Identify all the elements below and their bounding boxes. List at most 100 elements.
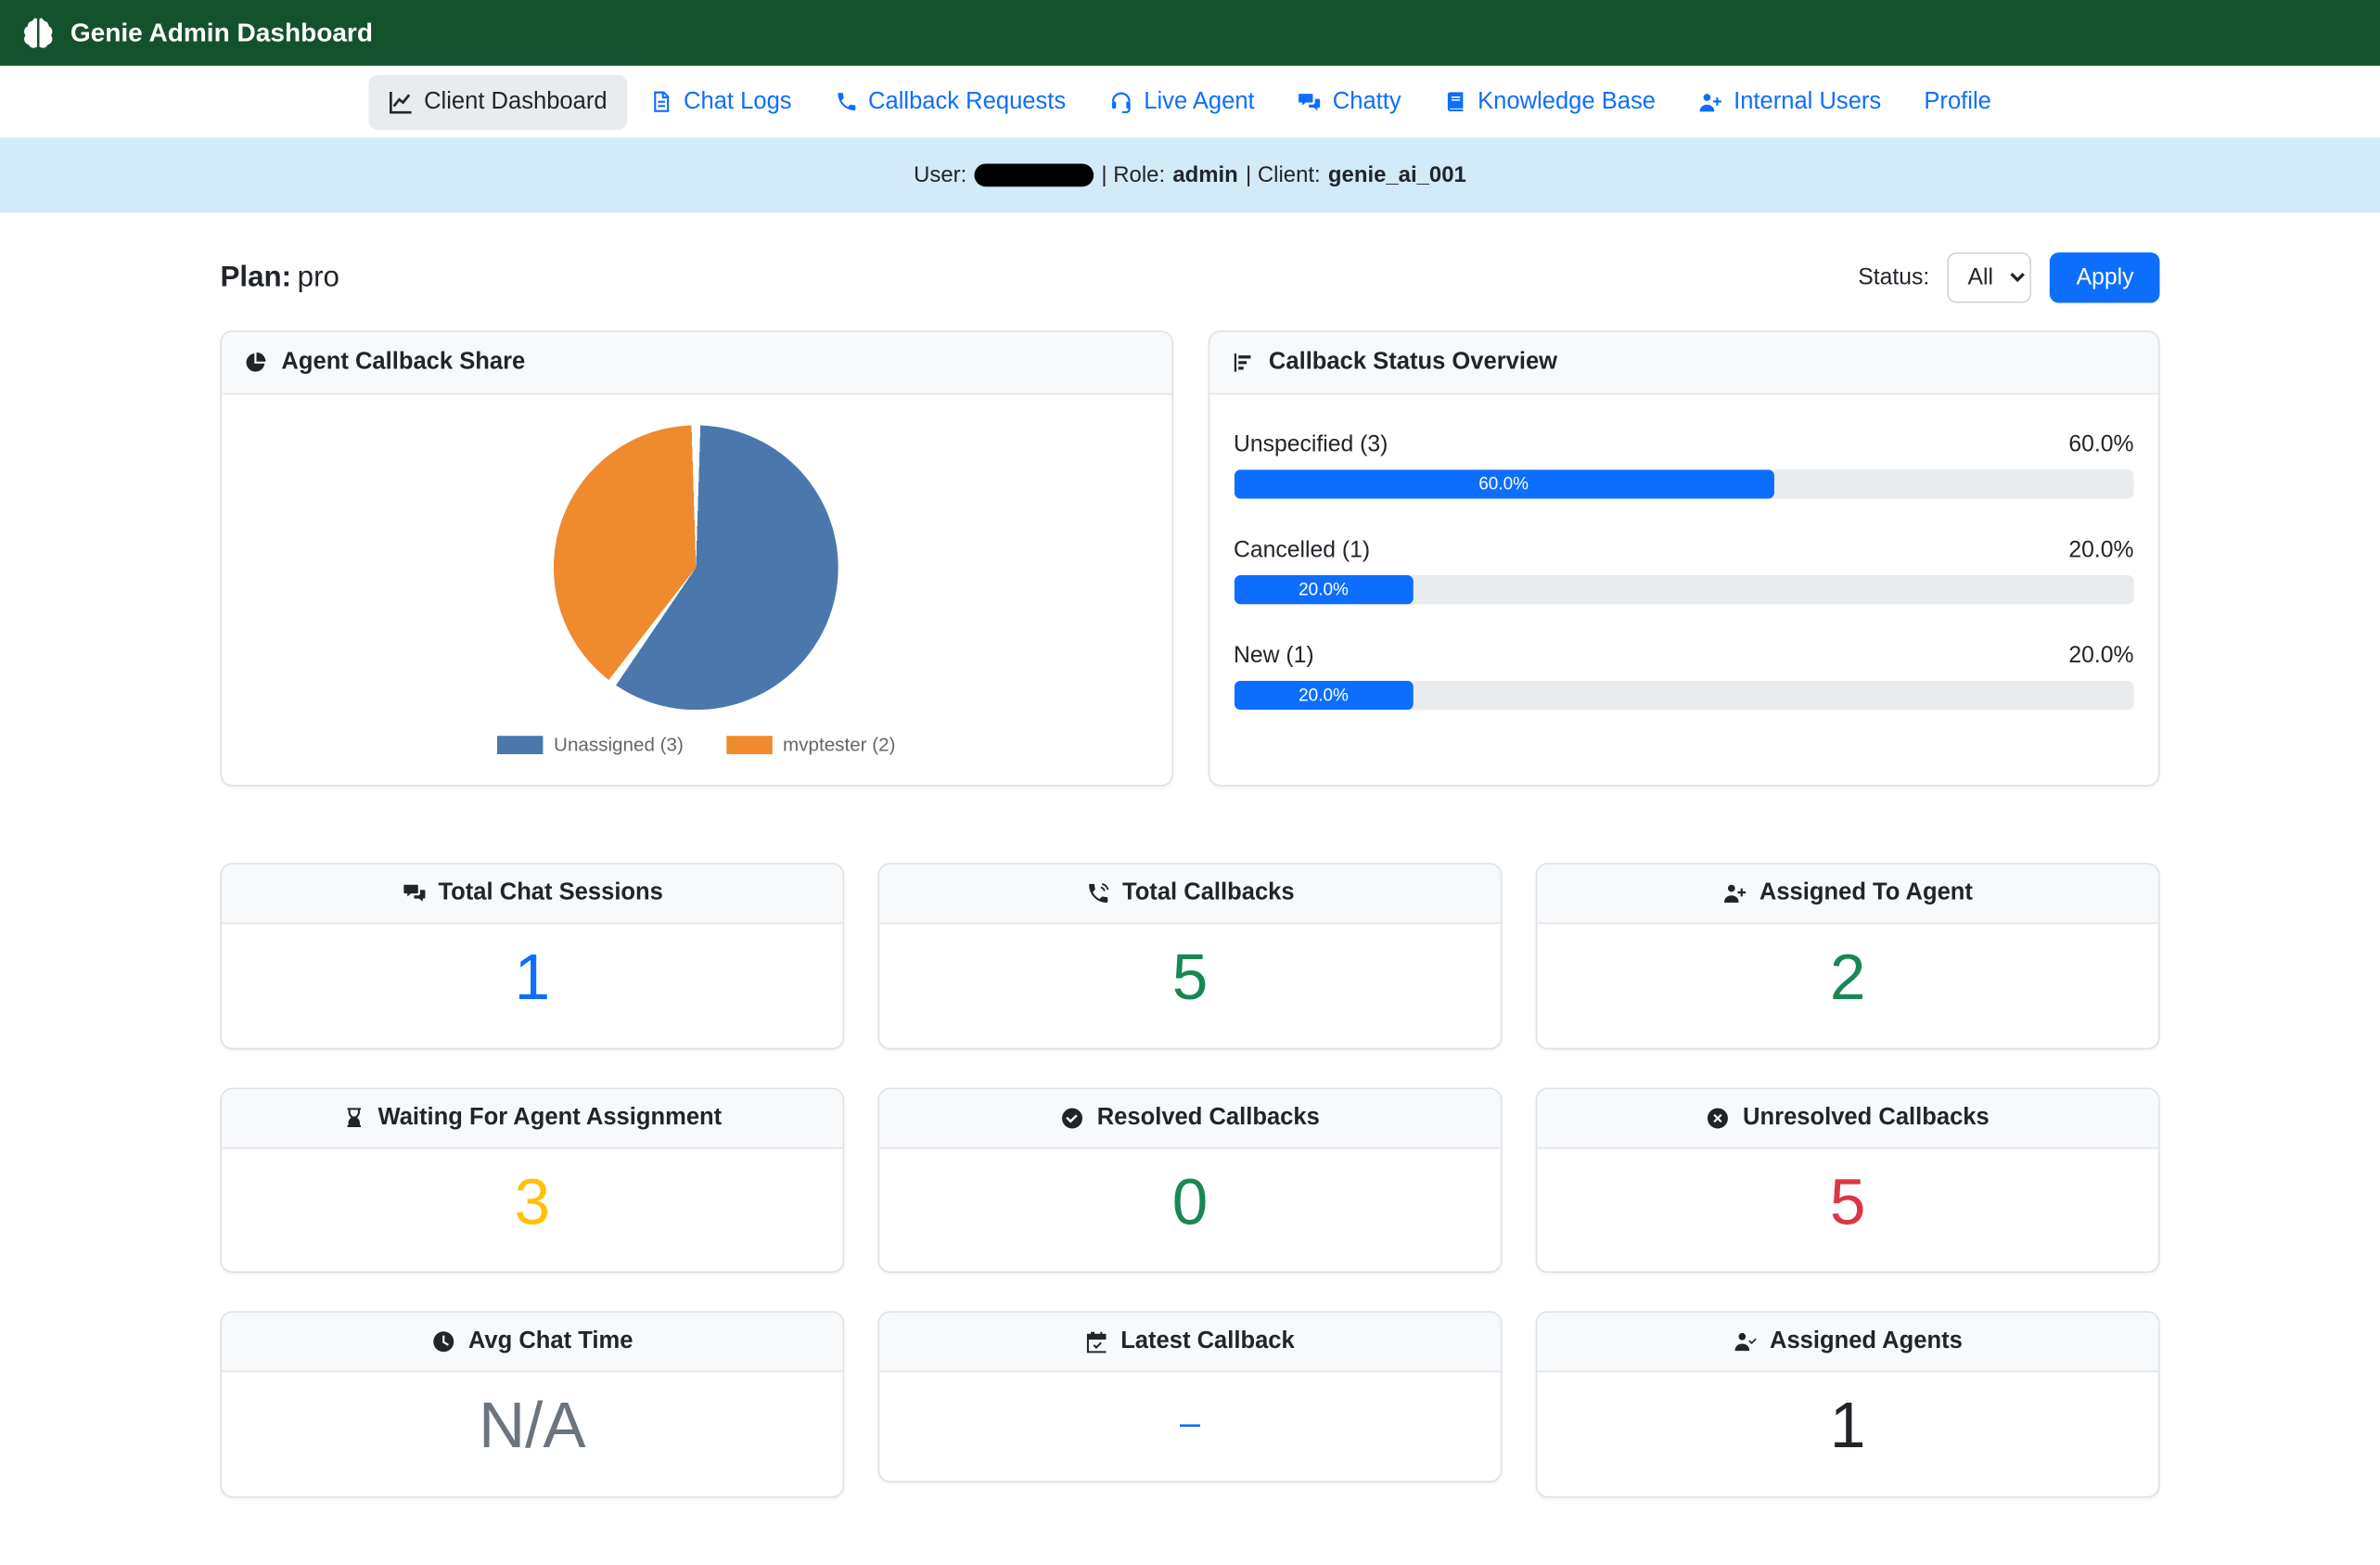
panel-header: Callback Status Overview: [1209, 332, 2158, 395]
stat-card-latest-callback: Latest Callback –: [878, 1312, 1503, 1483]
tab-knowledge-base[interactable]: Knowledge Base: [1424, 74, 1675, 129]
bar-category-label: Cancelled (1): [1234, 537, 1370, 563]
file-lines-icon: [650, 90, 673, 113]
progress-fill: 20.0%: [1234, 681, 1414, 710]
headset-icon: [1108, 89, 1132, 113]
agent-callback-share-panel: Agent Callback Share Unassigned (3) mvpt…: [220, 330, 1172, 786]
user-plus-icon: [1698, 89, 1722, 113]
panel-title: Callback Status Overview: [1269, 349, 1557, 377]
role-label: | Role:: [1101, 163, 1165, 187]
progress-track: 20.0%: [1234, 681, 2133, 710]
progress-fill: 20.0%: [1234, 575, 1414, 604]
clock-icon: [431, 1329, 455, 1353]
tab-callback-requests[interactable]: Callback Requests: [814, 74, 1085, 129]
stat-card-waiting-for-agent: Waiting For Agent Assignment 3: [220, 1087, 844, 1274]
check-circle-icon: [1060, 1106, 1084, 1130]
nav-tabs: Client Dashboard Chat Logs Callback Requ…: [0, 66, 2380, 138]
stat-card-assigned-agents: Assigned Agents 1: [1536, 1312, 2160, 1498]
plan-text: Plan:pro: [220, 261, 339, 294]
stat-title: Resolved Callbacks: [1097, 1104, 1320, 1132]
bar-category-label: Unspecified (3): [1234, 431, 1388, 457]
legend-swatch: [497, 736, 543, 754]
redacted-user-value: [975, 163, 1094, 186]
pie-chart-body: Unassigned (3) mvptester (2): [222, 394, 1171, 780]
tab-label: Client Dashboard: [424, 88, 608, 116]
pie-chart-icon: [243, 351, 267, 375]
stat-value: 5: [895, 936, 1486, 1020]
app-title: Genie Admin Dashboard: [70, 18, 373, 48]
legend-label: Unassigned (3): [554, 735, 684, 756]
legend-item[interactable]: mvptester (2): [726, 735, 895, 756]
bar-chart-body: Unspecified (3) 60.0% 60.0% Cancelled (1…: [1209, 394, 2158, 785]
bar-category-label: New (1): [1234, 643, 1314, 669]
panel-title: Agent Callback Share: [281, 349, 525, 377]
stat-title: Avg Chat Time: [468, 1328, 633, 1356]
bar-percent-label: 20.0%: [2068, 643, 2133, 669]
tab-chatty[interactable]: Chatty: [1277, 74, 1421, 129]
stat-title: Assigned Agents: [1770, 1328, 1963, 1356]
stat-value: –: [895, 1385, 1486, 1455]
stat-title: Total Callbacks: [1122, 879, 1295, 907]
tab-label: Chat Logs: [684, 88, 792, 116]
tab-label: Internal Users: [1734, 88, 1881, 116]
tab-chat-logs[interactable]: Chat Logs: [630, 74, 812, 129]
tab-label: Profile: [1924, 88, 1990, 116]
tab-client-dashboard[interactable]: Client Dashboard: [369, 74, 627, 129]
legend-swatch: [726, 736, 772, 754]
stat-title: Total Chat Sessions: [438, 879, 662, 907]
stat-title: Unresolved Callbacks: [1743, 1104, 1990, 1132]
tab-profile[interactable]: Profile: [1904, 74, 2011, 129]
stat-card-resolved-callbacks: Resolved Callbacks 0: [878, 1087, 1503, 1274]
hourglass-icon: [343, 1106, 366, 1129]
chart-panels: Agent Callback Share Unassigned (3) mvpt…: [220, 330, 2159, 786]
comments-icon: [1298, 89, 1322, 113]
stat-value: 5: [1553, 1161, 2143, 1244]
stat-value: 1: [1553, 1385, 2143, 1469]
tab-label: Live Agent: [1144, 88, 1254, 116]
stat-title: Assigned To Agent: [1759, 879, 1973, 907]
user-check-icon: [1733, 1329, 1757, 1353]
stat-card-assigned-to-agent: Assigned To Agent 2: [1536, 863, 2160, 1049]
plan-label: Plan:: [220, 261, 291, 293]
chart-line-icon: [389, 89, 413, 113]
tab-internal-users[interactable]: Internal Users: [1679, 74, 1901, 129]
status-filter: Status: All Apply: [1858, 252, 2159, 302]
bar-group: New (1) 20.0% 20.0%: [1234, 643, 2133, 711]
progress-track: 60.0%: [1234, 469, 2133, 498]
book-icon: [1444, 90, 1467, 113]
phone-volume-icon: [1085, 881, 1109, 905]
bar-group: Cancelled (1) 20.0% 20.0%: [1234, 537, 2133, 605]
status-label: Status:: [1858, 264, 1929, 290]
stat-value: 0: [895, 1161, 1486, 1244]
progress-fill: 60.0%: [1234, 469, 1773, 498]
stat-value: 1: [237, 936, 828, 1020]
stat-cards-grid: Total Chat Sessions 1 Total Callbacks 5: [220, 863, 2159, 1565]
status-select[interactable]: All: [1948, 252, 2032, 302]
stat-value: 2: [1553, 936, 2143, 1020]
client-label: | Client:: [1246, 163, 1321, 187]
user-plus-icon: [1722, 881, 1747, 905]
brain-icon: [19, 13, 58, 53]
tab-live-agent[interactable]: Live Agent: [1089, 74, 1274, 129]
legend-item[interactable]: Unassigned (3): [497, 735, 684, 756]
client-value: genie_ai_001: [1328, 163, 1466, 187]
stat-card-total-callbacks: Total Callbacks 5: [878, 863, 1503, 1049]
callback-status-overview-panel: Callback Status Overview Unspecified (3)…: [1208, 330, 2160, 786]
user-info-bar: User: | Role: admin | Client: genie_ai_0…: [0, 137, 2380, 212]
stat-title: Latest Callback: [1120, 1328, 1295, 1356]
bar-percent-label: 60.0%: [2068, 431, 2133, 457]
pie-legend: Unassigned (3) mvptester (2): [497, 735, 895, 756]
tab-label: Knowledge Base: [1478, 88, 1656, 116]
app-header: Genie Admin Dashboard: [0, 0, 2380, 66]
bar-percent-label: 20.0%: [2068, 537, 2133, 563]
calendar-check-icon: [1085, 1330, 1108, 1353]
stat-value: N/A: [237, 1385, 828, 1469]
pie-chart: [554, 425, 838, 710]
apply-button[interactable]: Apply: [2051, 252, 2160, 302]
stat-title: Waiting For Agent Assignment: [378, 1104, 723, 1132]
stat-card-total-chat-sessions: Total Chat Sessions 1: [220, 863, 844, 1049]
phone-icon: [835, 90, 858, 113]
comments-icon: [402, 881, 426, 905]
role-value: admin: [1172, 163, 1237, 187]
bar-chart-icon: [1231, 351, 1255, 375]
